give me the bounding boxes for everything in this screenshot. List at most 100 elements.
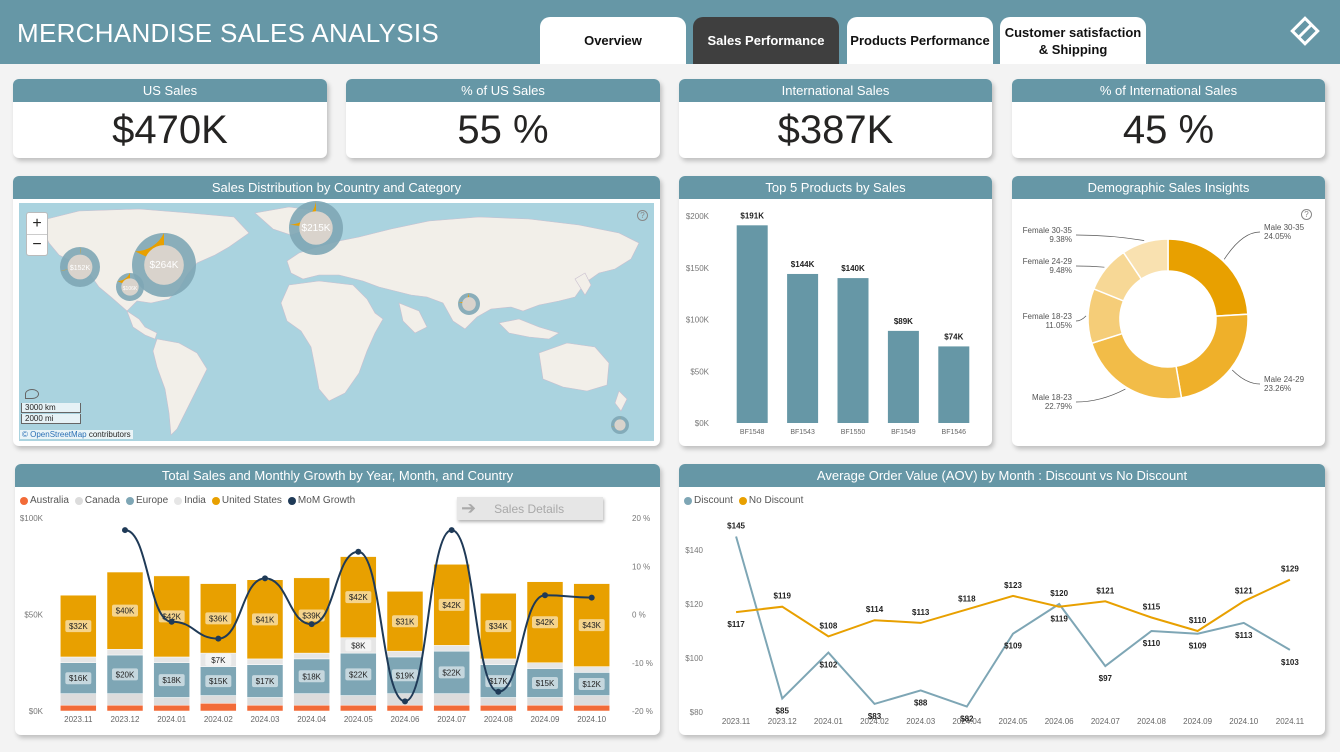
tab-overview[interactable]: Overview: [540, 17, 686, 64]
stacked-bar-segment: [480, 697, 517, 706]
bar-data-label: $41K: [256, 615, 275, 624]
y2-tick-label: 0 %: [632, 611, 646, 620]
bar-data-label: $74K: [944, 332, 963, 341]
stacked-bar-segment: [340, 695, 377, 706]
diamond-logo-icon[interactable]: [1288, 14, 1322, 48]
slice-percent: 23.26%: [1264, 384, 1291, 393]
tab-sales-performance[interactable]: Sales Performance: [693, 17, 839, 64]
stacked-bar-segment: [526, 697, 564, 706]
aov-line-chart: $80 $100 $120 $140 2023.11 2023.12 2024.01 2024…: [685, 522, 1305, 727]
point-data-label: $110: [1189, 616, 1207, 625]
point-data-label: $118: [958, 594, 976, 603]
kpi-value: 45 %: [1122, 108, 1215, 152]
x-tick-label: 2024.04: [297, 715, 326, 724]
y-tick-label: $100: [685, 654, 703, 663]
card-title: Total Sales and Monthly Growth by Year, …: [15, 464, 660, 487]
stacked-bar-segment: [526, 662, 564, 669]
donut-slice: [1090, 332, 1183, 400]
tab-products-performance[interactable]: Products Performance: [847, 17, 993, 64]
x-tick-label: 2023.11: [64, 715, 93, 724]
stacked-bar-segment: [573, 666, 610, 673]
point-data-label: $88: [914, 698, 928, 707]
slice-percent: 24.05%: [1264, 232, 1291, 241]
x-tick-label: 2024.08: [1137, 717, 1166, 726]
bar-data-label: $39K: [302, 611, 321, 620]
y2-tick-label: -20 %: [632, 707, 653, 716]
bar: [938, 346, 970, 423]
y-tick-label: $80: [690, 708, 704, 717]
top-products-card: Top 5 Products by Sales $0K $50K $100K $150…: [679, 176, 992, 446]
map-bubble-label: $215K: [302, 223, 331, 234]
help-icon[interactable]: ?: [637, 210, 648, 221]
x-tick-label: BF1549: [891, 429, 916, 436]
stacked-bar-segment: [153, 697, 190, 706]
bar-data-label: $22K: [349, 670, 368, 679]
bar-data-label: $36K: [209, 614, 228, 623]
y-tick-label: $50K: [690, 367, 709, 376]
point-data-label: $110: [1143, 639, 1161, 648]
kpi-international-sales-card: International Sales $387K: [679, 79, 992, 158]
bar-data-label: $18K: [162, 676, 181, 685]
leader-line: [1075, 265, 1105, 268]
point-data-label: $119: [1050, 615, 1068, 624]
point-data-label: $145: [727, 522, 745, 531]
slice-percent: 22.79%: [1045, 402, 1072, 411]
map-attribution: © OpenStreetMap contributors: [20, 430, 133, 439]
stacked-bar-segment: [200, 695, 237, 704]
page-title: MERCHANDISE SALES ANALYSIS: [17, 18, 440, 48]
slice-label: Male 18-23: [1032, 393, 1073, 402]
bar-data-label: $17K: [256, 677, 275, 686]
total-sales-card: Total Sales and Monthly Growth by Year, …: [15, 464, 660, 735]
stacked-bar-segment: [480, 658, 517, 665]
x-tick-label: 2024.11: [1276, 717, 1305, 726]
slice-label: Female 18-23: [1023, 312, 1073, 321]
x-tick-label: 2024.03: [906, 717, 935, 726]
mom-growth-point: [122, 527, 128, 534]
x-tick-label: 2023.11: [722, 717, 751, 726]
stacked-bar-segment: [293, 693, 330, 706]
y2-tick-label: 20 %: [632, 514, 650, 523]
mom-growth-point: [308, 621, 315, 628]
mom-growth-point: [355, 548, 362, 555]
y-tick-label: $50K: [24, 611, 43, 620]
x-tick-label: 2024.10: [1229, 717, 1258, 726]
kpi-value: 55 %: [457, 108, 549, 152]
stacked-bar-segment: [433, 704, 470, 712]
bar-data-label: $34K: [489, 622, 508, 631]
card-title: Top 5 Products by Sales: [679, 176, 992, 199]
stacked-bar-segment: [60, 656, 97, 664]
stacked-bar-segment: [246, 658, 284, 665]
bar-data-label: $191K: [740, 211, 764, 220]
leader-line: [1075, 234, 1145, 241]
x-tick-label: 2023.12: [111, 715, 140, 724]
slice-label: Male 24-29: [1264, 375, 1305, 384]
demographic-card: Demographic Sales Insights ? Male 30-35 2…: [1012, 176, 1325, 446]
point-data-label: $123: [1004, 581, 1022, 590]
total-sales-chart: $0K $50K $100K -20 % -10 % 0 % 10 % 20 % $16K $32…: [20, 514, 653, 724]
bar: [837, 278, 869, 423]
bar-data-label: $19K: [396, 671, 415, 680]
x-tick-label: 2024.05: [999, 717, 1028, 726]
mom-growth-point: [402, 698, 408, 705]
osm-link[interactable]: © OpenStreetMap: [22, 430, 87, 439]
mom-growth-point: [495, 688, 502, 695]
point-data-label: $102: [819, 661, 837, 670]
stacked-bar-segment: [106, 693, 144, 706]
point-data-label: $121: [1096, 586, 1114, 595]
bar-data-label: $42K: [536, 618, 555, 627]
point-data-label: $113: [912, 608, 930, 617]
map-bubble-label: $264K: [150, 260, 179, 271]
stacked-bar-segment: [340, 704, 377, 712]
kpi-label: % of US Sales: [346, 79, 660, 102]
point-data-label: $114: [866, 605, 884, 614]
bar-data-label: $43K: [582, 621, 601, 630]
point-data-label: $108: [819, 621, 837, 630]
kpi-value: $470K: [112, 108, 228, 152]
leader-line: [1231, 369, 1261, 385]
bar-data-label: $7K: [211, 656, 226, 665]
stacked-bar-segment: [386, 650, 424, 658]
x-tick-label: 2024.07: [1091, 717, 1120, 726]
bar-data-label: $31K: [396, 617, 415, 626]
point-data-label: $119: [774, 592, 792, 601]
tab-customer-satisfaction-shipping[interactable]: Customer satisfaction & Shipping: [1000, 17, 1146, 64]
